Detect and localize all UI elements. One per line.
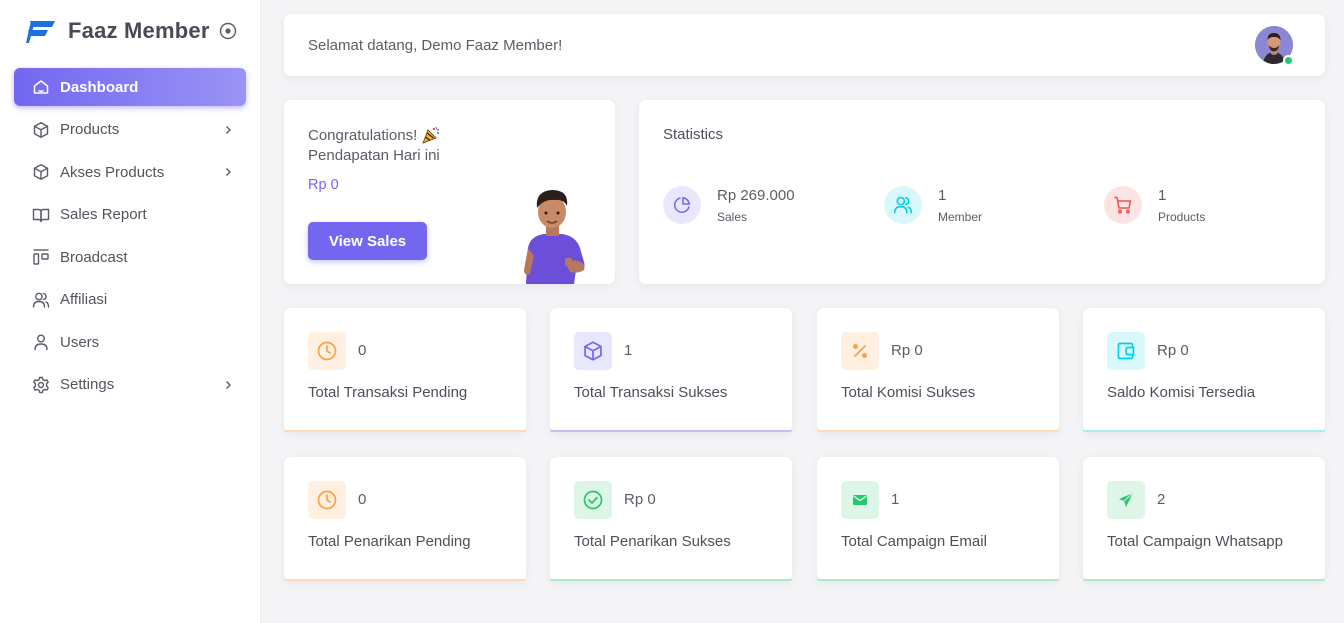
card-accent-bar [1083, 430, 1325, 432]
check-circle-icon [583, 490, 603, 510]
stat-sales: Rp 269.000 Sales [663, 186, 795, 224]
card-label: Saldo Komisi Tersedia [1107, 384, 1256, 401]
card-total-transaksi-pending[interactable]: 0 Total Transaksi Pending [284, 308, 526, 432]
clock-icon [317, 490, 337, 510]
card-accent-bar [550, 430, 792, 432]
brand[interactable]: Faaz Member [26, 16, 237, 46]
view-sales-button[interactable]: View Sales [308, 222, 427, 260]
sidebar-toggle-icon[interactable] [219, 22, 237, 40]
stat-sales-label: Sales [717, 209, 748, 224]
wallet-icon [1117, 342, 1135, 360]
statistics-card: Statistics Rp 269.000 Sales 1 Member 1 P… [639, 100, 1325, 284]
welcome-message: Selamat datang, Demo Faaz Member! [308, 36, 563, 54]
book-icon [32, 208, 50, 222]
brand-logo-icon [26, 21, 55, 43]
clock-icon [317, 341, 337, 361]
card-label: Total Penarikan Sukses [574, 533, 731, 550]
card-total-komisi-sukses[interactable]: Rp 0 Total Komisi Sukses [817, 308, 1059, 432]
card-total-penarikan-sukses[interactable]: Rp 0 Total Penarikan Sukses [550, 457, 792, 581]
gear-icon [33, 376, 49, 393]
card-total-transaksi-sukses[interactable]: 1 Total Transaksi Sukses [550, 308, 792, 432]
stat-member: 1 Member [884, 186, 982, 224]
pie-chart-icon [674, 196, 691, 213]
card-total-campaign-whatsapp[interactable]: 2 Total Campaign Whatsapp [1083, 457, 1325, 581]
online-status-indicator [1283, 55, 1294, 66]
user-icon [34, 334, 48, 351]
card-accent-bar [817, 579, 1059, 581]
card-label: Total Campaign Whatsapp [1107, 533, 1283, 550]
sidebar-item-users[interactable]: Users [14, 323, 246, 361]
sidebar-item-broadcast[interactable]: Broadcast [14, 238, 246, 276]
card-total-campaign-email[interactable]: 1 Total Campaign Email [817, 457, 1059, 581]
party-popper-icon [422, 126, 440, 144]
sidebar-item-products[interactable]: Products [14, 111, 246, 149]
card-value: 1 [624, 342, 633, 359]
congratulations-card: Congratulations! Pendapatan Hari ini Rp … [284, 100, 615, 284]
card-accent-bar [284, 579, 526, 581]
sidebar-item-sales-report[interactable]: Sales Report [14, 196, 246, 234]
today-revenue-amount: Rp 0 [308, 177, 339, 193]
card-accent-bar [284, 430, 526, 432]
card-label: Total Transaksi Pending [308, 384, 468, 401]
send-icon [1119, 492, 1134, 507]
layout-icon [33, 249, 49, 265]
chevron-right-icon [226, 380, 231, 389]
character-illustration [524, 190, 585, 284]
card-value: 1 [891, 491, 900, 508]
statistics-title: Statistics [663, 126, 724, 143]
sidebar-item-settings[interactable]: Settings [14, 366, 246, 404]
sidebar-menu: Dashboard Products Akses Products Sales … [14, 68, 246, 408]
card-value: Rp 0 [1157, 342, 1189, 359]
chevron-right-icon [226, 125, 231, 134]
card-value: Rp 0 [891, 342, 923, 359]
box-icon [33, 164, 49, 180]
percent-icon [853, 344, 867, 358]
stat-products-value: 1 [1158, 186, 1167, 204]
card-accent-bar [817, 430, 1059, 432]
card-label: Total Transaksi Sukses [574, 384, 728, 401]
top-navbar: Selamat datang, Demo Faaz Member! [284, 14, 1325, 76]
sidebar-item-dashboard[interactable]: Dashboard [14, 68, 246, 106]
congrats-title: Congratulations! [308, 126, 418, 144]
cart-icon [1114, 196, 1132, 214]
sidebar-item-affiliasi[interactable]: Affiliasi [14, 281, 246, 319]
stat-member-value: 1 [938, 186, 947, 204]
card-saldo-komisi-tersedia[interactable]: Rp 0 Saldo Komisi Tersedia [1083, 308, 1325, 432]
users-icon [893, 196, 913, 214]
card-value: Rp 0 [624, 491, 656, 508]
envelope-icon [853, 495, 867, 505]
users-icon [32, 292, 50, 308]
card-value: 0 [358, 491, 367, 508]
card-accent-bar [550, 579, 792, 581]
stat-member-label: Member [938, 209, 983, 224]
card-value: 0 [358, 342, 367, 359]
stat-products: 1 Products [1104, 186, 1205, 224]
box-icon [33, 121, 49, 138]
home-icon [33, 80, 49, 94]
card-total-penarikan-pending[interactable]: 0 Total Penarikan Pending [284, 457, 526, 581]
brand-name: Faaz Member [68, 18, 210, 43]
congrats-subtitle: Pendapatan Hari ini [308, 147, 440, 164]
box-icon [584, 341, 602, 361]
stat-sales-value: Rp 269.000 [717, 186, 795, 204]
sidebar-item-akses-products[interactable]: Akses Products [14, 153, 246, 191]
card-label: Total Komisi Sukses [841, 384, 976, 401]
card-accent-bar [1083, 579, 1325, 581]
sidebar: Faaz Member Dashboard Products Akses Pro… [0, 0, 261, 623]
card-value: 2 [1157, 491, 1166, 508]
stat-products-label: Products [1158, 209, 1206, 224]
card-label: Total Penarikan Pending [308, 533, 471, 550]
chevron-right-icon [226, 168, 231, 176]
card-label: Total Campaign Email [841, 533, 987, 550]
